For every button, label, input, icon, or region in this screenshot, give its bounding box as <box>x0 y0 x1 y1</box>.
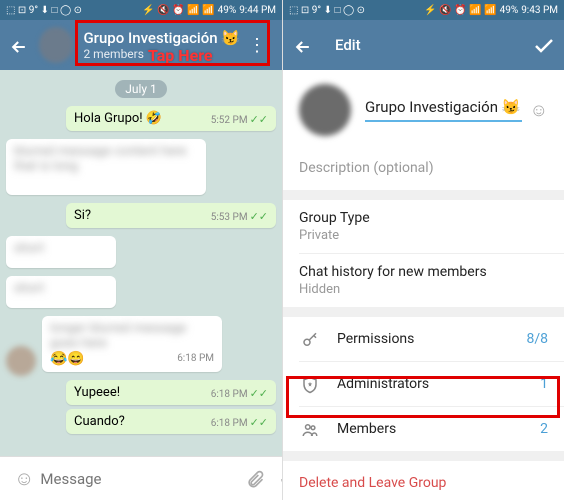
confirm-check-icon[interactable] <box>532 32 556 57</box>
edit-screen: ⬚ ⊡ 9° ⬇ □ ◯ ⊙ ⚡ 🔇 ⏰ 📶 📶 49% 9:43 PM Edi… <box>282 0 564 500</box>
read-checks-icon: ✓✓ <box>250 113 268 126</box>
back-arrow-icon[interactable] <box>8 33 31 57</box>
message-out[interactable]: Cuando? 6:18 PM✓✓ <box>66 409 276 434</box>
edit-body: Grupo Investigación 😼 ☺ Description (opt… <box>283 70 564 500</box>
red-highlight-members-abs <box>286 376 560 418</box>
permissions-row[interactable]: Permissions 8/8 <box>283 317 564 361</box>
attach-icon[interactable] <box>239 467 271 491</box>
mic-icon[interactable] <box>271 467 282 491</box>
group-type-row[interactable]: Group Type Private <box>283 200 564 253</box>
description-input[interactable]: Description (optional) <box>283 150 564 190</box>
message-in[interactable]: short <box>6 236 116 268</box>
read-checks-icon: ✓✓ <box>250 387 268 400</box>
status-bar: ⬚ ⊡ 9° ⬇ □ ◯ ⊙ ⚡ 🔇 ⏰ 📶 📶 49% 9:43 PM <box>283 0 564 20</box>
red-highlight-header <box>75 20 270 66</box>
emoji-icon[interactable]: ☺ <box>8 466 40 491</box>
group-avatar[interactable] <box>39 27 73 63</box>
message-out[interactable]: Hola Grupo! 🤣 5:52 PM✓✓ <box>66 106 276 131</box>
edit-title: Edit <box>335 36 532 54</box>
group-name-input[interactable]: Grupo Investigación 😼 <box>365 98 522 122</box>
edit-header: Edit <box>283 20 564 70</box>
message-out[interactable]: Si? 5:53 PM✓✓ <box>66 203 276 228</box>
sender-avatar[interactable] <box>6 346 36 376</box>
status-bar: ⬚ ⊡ 9° ⬇ □ ◯ ⊙ ⚡ 🔇 ⏰ 📶 📶 49% 9:44 PM <box>0 0 282 20</box>
message-input-bar: ☺ <box>0 456 282 500</box>
date-separator: July 1 <box>115 80 167 98</box>
delete-leave-button[interactable]: Delete and Leave Group <box>283 461 564 500</box>
key-icon <box>299 329 321 349</box>
group-avatar-edit[interactable] <box>299 84 351 136</box>
message-in[interactable]: longer blurred message goes here 😂😄6:18 … <box>42 316 222 372</box>
chat-screen: ⬚ ⊡ 9° ⬇ □ ◯ ⊙ ⚡ 🔇 ⏰ 📶 📶 49% 9:44 PM Gru… <box>0 0 282 500</box>
message-input[interactable] <box>40 470 239 488</box>
chat-history-row[interactable]: Chat history for new members Hidden <box>283 254 564 307</box>
message-in[interactable]: blurred message content here that is lon… <box>6 139 206 195</box>
back-arrow-icon[interactable] <box>291 33 315 57</box>
read-checks-icon: ✓✓ <box>250 210 268 223</box>
message-list[interactable]: July 1 Hola Grupo! 🤣 5:52 PM✓✓ blurred m… <box>0 70 282 456</box>
message-in[interactable]: short <box>6 276 116 308</box>
message-out[interactable]: Yupeee! 6:18 PM✓✓ <box>66 380 276 405</box>
read-checks-icon: ✓✓ <box>250 416 268 429</box>
emoji-picker-icon[interactable]: ☺ <box>530 100 548 121</box>
people-icon <box>299 419 321 439</box>
